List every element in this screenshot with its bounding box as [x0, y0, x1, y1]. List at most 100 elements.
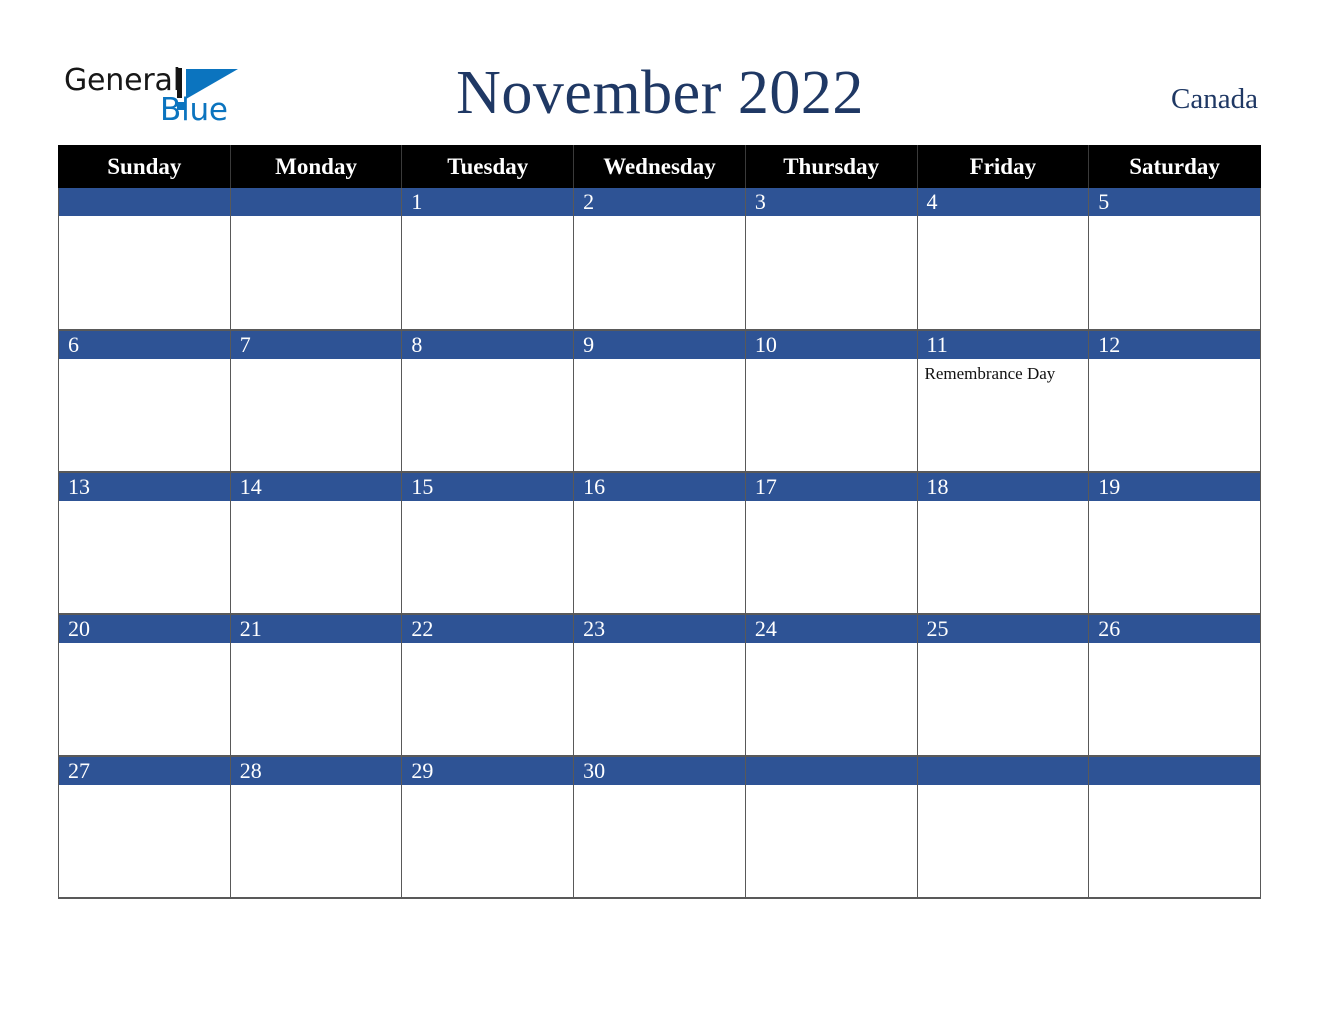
- day-events: [746, 785, 917, 897]
- calendar-day-cell[interactable]: 19: [1088, 472, 1261, 615]
- date-number: 19: [1089, 473, 1260, 501]
- day-events: [746, 501, 917, 613]
- date-number: 12: [1089, 331, 1260, 359]
- day-events: [918, 785, 1089, 897]
- calendar-empty-cell[interactable]: [916, 756, 1090, 899]
- day-events: [746, 643, 917, 755]
- date-number: 1: [402, 188, 574, 216]
- calendar-day-cell[interactable]: 6: [58, 330, 231, 473]
- day-events: [231, 216, 402, 328]
- day-events: [1089, 785, 1260, 897]
- calendar-day-cell[interactable]: 21: [229, 614, 403, 757]
- day-events: [231, 785, 402, 897]
- date-number: 21: [230, 615, 402, 643]
- calendar-empty-cell[interactable]: [1088, 756, 1261, 899]
- calendar-day-cell[interactable]: 8: [401, 330, 575, 473]
- day-events: [402, 785, 573, 897]
- day-events: [59, 216, 230, 328]
- day-events: [402, 643, 573, 755]
- calendar-week-row: 6 7 8 9 10 11 Remembrance Day 12: [58, 330, 1261, 473]
- date-number: 24: [745, 615, 917, 643]
- day-events: [746, 216, 917, 328]
- day-events: [402, 501, 573, 613]
- day-events: [574, 501, 745, 613]
- date-number: 25: [917, 615, 1089, 643]
- date-number: 10: [745, 331, 917, 359]
- calendar-day-cell[interactable]: 27: [58, 756, 231, 899]
- day-events: [918, 216, 1089, 328]
- date-number: 29: [402, 757, 574, 785]
- date-number: 7: [230, 331, 402, 359]
- date-number: 4: [917, 188, 1089, 216]
- calendar-day-cell[interactable]: 2: [573, 188, 746, 331]
- calendar-empty-cell[interactable]: [229, 188, 403, 331]
- calendar-empty-cell[interactable]: [58, 188, 231, 331]
- date-number: 30: [574, 757, 745, 785]
- calendar-day-cell[interactable]: 28: [229, 756, 403, 899]
- calendar-day-cell[interactable]: 10: [744, 330, 918, 473]
- day-events: Remembrance Day: [918, 359, 1089, 471]
- day-events: [918, 643, 1089, 755]
- calendar-day-cell[interactable]: 18: [916, 472, 1090, 615]
- calendar-day-cell[interactable]: 23: [573, 614, 746, 757]
- day-events: [1089, 501, 1260, 613]
- page-header: General Blue November 2022 Canada: [0, 0, 1320, 145]
- calendar-empty-cell[interactable]: [744, 756, 918, 899]
- date-number: 5: [1089, 188, 1260, 216]
- weekday-header-saturday: Saturday: [1088, 145, 1261, 188]
- date-number: 22: [402, 615, 574, 643]
- calendar-day-cell[interactable]: 29: [401, 756, 575, 899]
- date-number: 6: [59, 331, 230, 359]
- date-number: 27: [59, 757, 230, 785]
- weekday-header-row: Sunday Monday Tuesday Wednesday Thursday…: [58, 145, 1261, 188]
- calendar-day-cell[interactable]: 12: [1088, 330, 1261, 473]
- date-number: 26: [1089, 615, 1260, 643]
- calendar-day-cell[interactable]: 7: [229, 330, 403, 473]
- calendar-day-cell[interactable]: 1: [401, 188, 575, 331]
- weekday-header-wednesday: Wednesday: [573, 145, 746, 188]
- calendar-week-row: 20 21 22 23 24 25 26: [58, 614, 1261, 757]
- calendar-day-cell[interactable]: 9: [573, 330, 746, 473]
- day-events: [574, 785, 745, 897]
- date-number: 15: [402, 473, 574, 501]
- day-events: [231, 501, 402, 613]
- calendar-day-cell[interactable]: 14: [229, 472, 403, 615]
- day-events: [574, 359, 745, 471]
- calendar-day-cell[interactable]: 3: [744, 188, 918, 331]
- weekday-header-tuesday: Tuesday: [401, 145, 575, 188]
- date-number: 13: [59, 473, 230, 501]
- day-events: [574, 216, 745, 328]
- day-events: [402, 216, 573, 328]
- date-number: [917, 757, 1089, 785]
- calendar-day-cell[interactable]: 16: [573, 472, 746, 615]
- calendar-day-cell[interactable]: 24: [744, 614, 918, 757]
- day-events: [59, 643, 230, 755]
- calendar-day-cell[interactable]: 22: [401, 614, 575, 757]
- calendar-day-cell[interactable]: 25: [916, 614, 1090, 757]
- date-number: [59, 188, 230, 216]
- date-number: 9: [574, 331, 745, 359]
- day-events: [231, 359, 402, 471]
- calendar-day-cell[interactable]: 11 Remembrance Day: [916, 330, 1090, 473]
- calendar-grid: Sunday Monday Tuesday Wednesday Thursday…: [58, 145, 1261, 899]
- calendar-day-cell[interactable]: 30: [573, 756, 746, 899]
- page-title: November 2022: [456, 59, 864, 127]
- calendar-day-cell[interactable]: 15: [401, 472, 575, 615]
- calendar-day-cell[interactable]: 5: [1088, 188, 1261, 331]
- calendar-day-cell[interactable]: 4: [916, 188, 1090, 331]
- date-number: 28: [230, 757, 402, 785]
- calendar-day-cell[interactable]: 26: [1088, 614, 1261, 757]
- calendar-week-row: 13 14 15 16 17 18 19: [58, 472, 1261, 615]
- date-number: 11: [917, 331, 1089, 359]
- day-events: [574, 643, 745, 755]
- calendar-day-cell[interactable]: 17: [744, 472, 918, 615]
- calendar-body: 1 2 3 4 5 6 7 8 9 10 11 Remembrance Day 12 13 14 15 16 17…: [58, 188, 1261, 899]
- day-events: [59, 501, 230, 613]
- calendar-day-cell[interactable]: 20: [58, 614, 231, 757]
- day-events: [918, 501, 1089, 613]
- date-number: [745, 757, 917, 785]
- calendar-day-cell[interactable]: 13: [58, 472, 231, 615]
- day-events: [746, 359, 917, 471]
- weekday-header-thursday: Thursday: [744, 145, 918, 188]
- date-number: 20: [59, 615, 230, 643]
